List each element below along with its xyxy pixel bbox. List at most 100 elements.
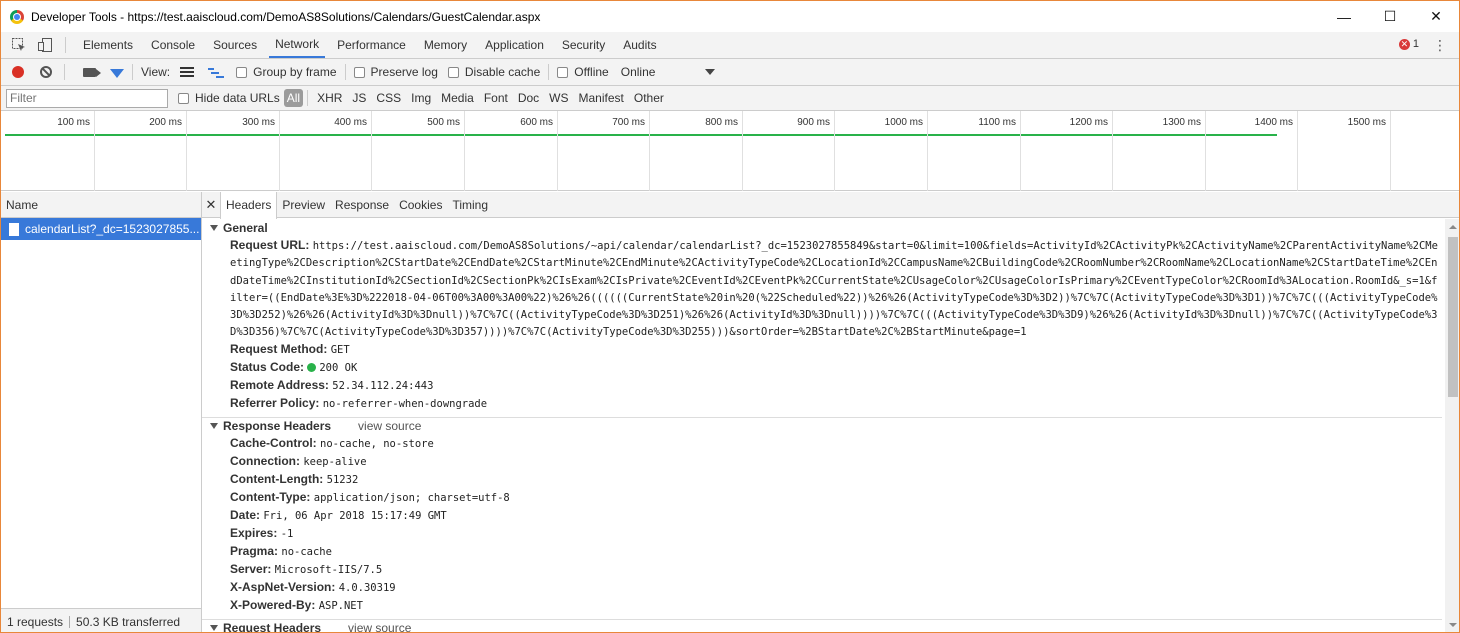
request-name: calendarList?_dc=1523027855... (25, 222, 200, 236)
document-icon (9, 222, 19, 236)
type-filter-css[interactable]: CSS (371, 91, 406, 105)
tab-network[interactable]: Network (269, 32, 326, 58)
filter-icon[interactable] (110, 68, 124, 78)
timeline-tick-label: 100 ms (57, 117, 90, 128)
header-key: Expires: (230, 525, 278, 540)
tab-security[interactable]: Security (556, 32, 611, 58)
device-toolbar-icon[interactable] (37, 37, 53, 53)
tab-performance[interactable]: Performance (331, 32, 412, 58)
scroll-down-icon[interactable] (1449, 623, 1457, 627)
vertical-scrollbar[interactable] (1445, 219, 1459, 632)
tab-cookies[interactable]: Cookies (394, 192, 447, 218)
type-filter-xhr[interactable]: XHR (312, 91, 347, 105)
timeline-tick-label: 600 ms (520, 117, 553, 128)
tab-preview[interactable]: Preview (277, 192, 330, 218)
error-count-badge[interactable]: ✕ 1 (1398, 38, 1419, 50)
more-options-icon[interactable]: ⋮ (1433, 37, 1447, 54)
type-filter-other[interactable]: Other (629, 91, 669, 105)
overview-icon[interactable] (208, 67, 225, 78)
name-column-header[interactable]: Name (1, 192, 201, 218)
timeline-gridline (1112, 111, 1113, 191)
header-value: 52.34.112.24:443 (332, 379, 434, 392)
header-value: no-referrer-when-downgrade (322, 397, 488, 410)
header-key: Date: (230, 507, 261, 522)
timeline-gridline (557, 111, 558, 191)
tab-audits[interactable]: Audits (617, 32, 662, 58)
view-source-link[interactable]: view source (348, 621, 411, 632)
header-value: ASP.NET (318, 599, 363, 612)
request-row[interactable]: calendarList?_dc=1523027855... (1, 218, 201, 240)
view-source-link[interactable]: view source (358, 419, 421, 433)
header-key: Connection: (230, 453, 300, 468)
preserve-log-checkbox[interactable]: Preserve log (353, 65, 438, 79)
timeline-gridline (371, 111, 372, 191)
request-url-value: https://test.aaiscloud.com/DemoAS8Soluti… (230, 240, 1438, 339)
type-filter-media[interactable]: Media (436, 91, 479, 105)
header-row: Pragma: no-cache (202, 543, 1442, 561)
hide-data-urls-checkbox[interactable]: Hide data URLs (178, 91, 280, 105)
timeline-tick-label: 900 ms (797, 117, 830, 128)
type-filter-manifest[interactable]: Manifest (574, 91, 629, 105)
minimize-button[interactable]: — (1321, 1, 1367, 32)
scrollbar-thumb[interactable] (1448, 237, 1458, 397)
general-section-header[interactable]: General (202, 219, 1442, 237)
throttle-select[interactable]: Online (621, 65, 656, 79)
disable-cache-checkbox[interactable]: Disable cache (447, 65, 540, 79)
record-icon[interactable] (12, 66, 24, 78)
large-rows-icon[interactable] (180, 66, 195, 78)
checkbox-box (236, 66, 248, 78)
filter-input[interactable] (6, 88, 168, 108)
header-value: keep-alive (303, 455, 367, 468)
header-row: Content-Type: application/json; charset=… (202, 489, 1442, 507)
header-row: Cache-Control: no-cache, no-store (202, 435, 1442, 453)
toolbar-divider (64, 64, 65, 80)
offline-label: Offline (574, 65, 609, 79)
header-value: -1 (280, 527, 294, 540)
chevron-down-icon[interactable] (705, 69, 716, 75)
request-details-pane: ✕ Headers Preview Response Cookies Timin… (202, 191, 1459, 632)
toolbar-divider (548, 64, 550, 80)
tab-sources[interactable]: Sources (207, 32, 263, 58)
type-filter-img[interactable]: Img (406, 91, 436, 105)
close-window-button[interactable]: ✕ (1413, 1, 1459, 32)
timeline-gridline (94, 111, 95, 191)
type-filter-doc[interactable]: Doc (513, 91, 544, 105)
close-icon[interactable]: ✕ (202, 197, 220, 213)
tab-memory[interactable]: Memory (418, 32, 473, 58)
response-headers-section-header[interactable]: Response Headers view source (202, 416, 1442, 435)
request-timing-bar (5, 134, 1277, 136)
tab-headers[interactable]: Headers (220, 191, 278, 219)
type-filter-font[interactable]: Font (479, 91, 513, 105)
tab-console[interactable]: Console (145, 32, 201, 58)
type-filter-js[interactable]: JS (347, 91, 371, 105)
maximize-button[interactable]: ☐ (1367, 1, 1413, 32)
timeline-tick-label: 1400 ms (1254, 117, 1293, 128)
headers-content: General Request URL: https://test.aaiscl… (202, 219, 1442, 632)
timeline-tick-label: 800 ms (705, 117, 738, 128)
header-value: 51232 (326, 473, 359, 486)
window-title: Developer Tools - https://test.aaiscloud… (31, 9, 541, 24)
tab-timing[interactable]: Timing (447, 192, 493, 218)
timeline-tick-label: 1100 ms (978, 117, 1016, 128)
timeline-tick-label: 500 ms (427, 117, 460, 128)
header-key: Remote Address: (230, 377, 329, 392)
inspect-element-icon[interactable] (11, 37, 27, 53)
chrome-logo-icon (10, 9, 24, 24)
general-title: General (223, 221, 268, 235)
timeline-gridline (927, 111, 928, 191)
offline-checkbox[interactable]: Offline (557, 65, 609, 79)
header-row: Expires: -1 (202, 525, 1442, 543)
request-headers-section-header[interactable]: Request Headers view source (202, 618, 1442, 632)
clear-icon[interactable] (40, 66, 52, 78)
network-overview-timeline[interactable]: 100 ms 200 ms 300 ms 400 ms 500 ms 600 ms 700 … (1, 111, 1459, 191)
tab-elements[interactable]: Elements (77, 32, 139, 58)
scroll-up-icon[interactable] (1449, 225, 1457, 229)
header-row: Server: Microsoft-IIS/7.5 (202, 561, 1442, 579)
type-filter-ws[interactable]: WS (544, 91, 573, 105)
capture-screenshots-icon[interactable] (83, 67, 101, 77)
tab-response[interactable]: Response (330, 192, 394, 218)
timeline-gridline (186, 111, 187, 191)
tab-application[interactable]: Application (479, 32, 550, 58)
type-filter-all[interactable]: All (283, 89, 304, 107)
group-by-frame-checkbox[interactable]: Group by frame (236, 65, 337, 79)
